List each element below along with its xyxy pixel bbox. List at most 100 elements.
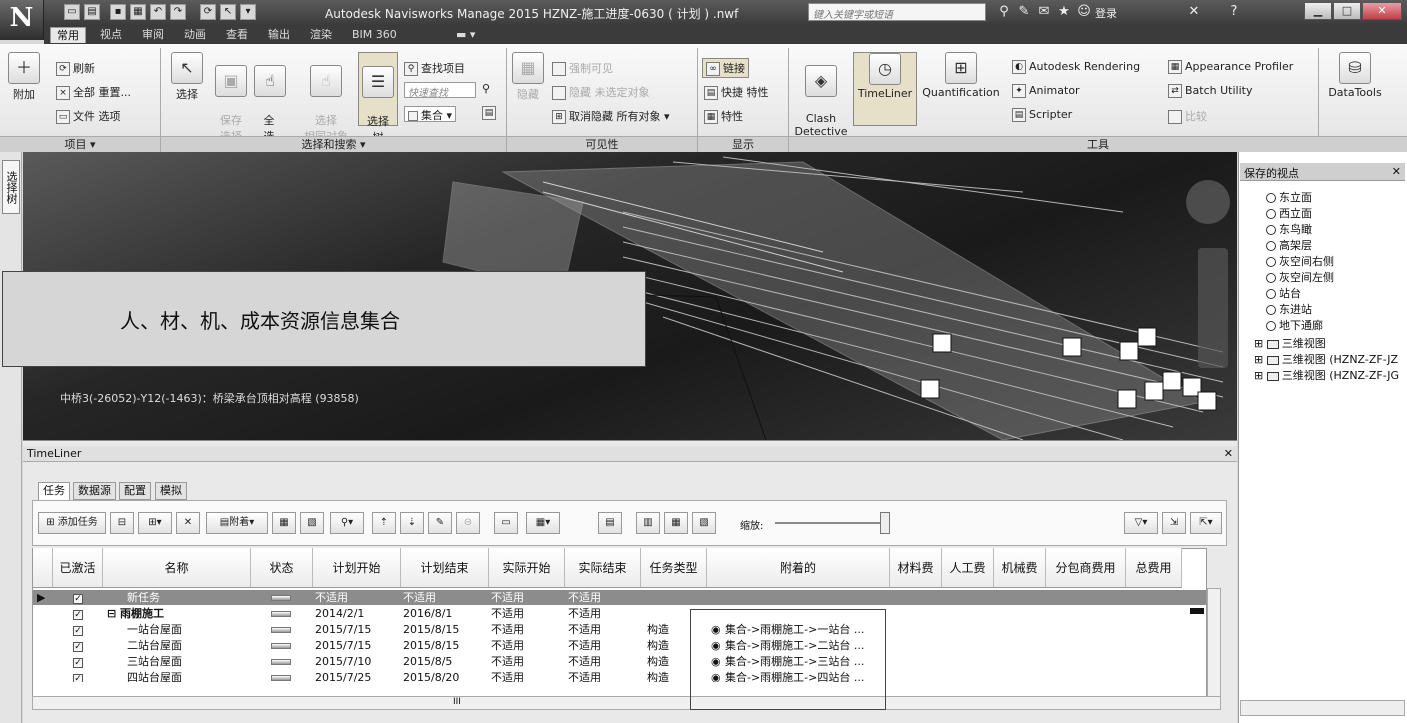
plan-end[interactable]: 2015/8/15 [403,638,459,653]
plan-end[interactable]: 不适用 [403,590,436,605]
plan-start[interactable]: 2015/7/15 [315,622,371,637]
active-checkbox[interactable]: ✓ [73,590,83,605]
chart-options-icon[interactable]: ▧ [692,512,716,534]
plan-start[interactable]: 2015/7/15 [315,638,371,653]
plan-start[interactable]: 2015/7/10 [315,654,371,669]
comment-icon[interactable]: ▭ [494,512,518,534]
table-row[interactable]: ✓ 二站台屋面 2015/7/15 2015/8/15 不适用 不适用 构造 ◉… [33,638,1206,653]
table-row[interactable]: ✓ 一站台屋面 2015/7/15 2015/8/15 不适用 不适用 构造 ◉… [33,622,1206,637]
task-type[interactable]: 构造 [647,654,669,669]
viewpoint-item[interactable]: 灰空间右侧 [1266,253,1334,269]
actual-start[interactable]: 不适用 [491,622,524,637]
viewpoint-folder[interactable]: ⊞ 三维视图 (HZNZ-ZF-JZ [1254,351,1398,367]
column-header[interactable]: 总费用 [1126,548,1182,588]
actual-start[interactable]: 不适用 [491,590,524,605]
column-header[interactable]: 计划开始 [313,548,401,588]
columns-icon[interactable]: ▦▾ [526,512,560,534]
level-down-icon[interactable]: ⇣ [400,512,424,534]
auto-add-tasks-icon[interactable]: ⊞▾ [138,512,172,534]
column-header[interactable]: 名称 [103,548,251,588]
table-row[interactable]: ✓ 四站台屋面 2015/7/25 2015/8/20 不适用 不适用 构造 ◉… [33,670,1206,682]
plan-start[interactable]: 不适用 [315,590,348,605]
viewpoint-item[interactable]: 西立面 [1266,205,1312,221]
export-icon[interactable]: ⇱▾ [1190,512,1222,534]
tab-simulate[interactable]: 模拟 [155,482,187,500]
grid-hscroll[interactable]: III [32,696,1221,710]
close-icon[interactable]: ✕ [1392,165,1401,178]
viewpoint-item[interactable]: 灰空间左侧 [1266,269,1334,285]
viewpoint-item[interactable]: 东鸟瞰 [1266,221,1312,237]
task-name[interactable]: 一站台屋面 [127,622,182,637]
insert-task-icon[interactable]: ⊟ [110,512,134,534]
actual-end[interactable]: 不适用 [568,622,601,637]
actual-end[interactable]: 不适用 [568,638,601,653]
reset-icon[interactable]: ▧ [300,512,324,534]
show-chart-only-icon[interactable]: ▦ [664,512,688,534]
plan-end[interactable]: 2015/8/20 [403,670,459,682]
task-name[interactable]: 三站台屋面 [127,654,182,669]
actual-end[interactable]: 不适用 [568,606,601,621]
grid-vscroll[interactable] [1207,588,1221,698]
attach-button[interactable]: ▤附着▾ [206,512,268,534]
task-type[interactable]: 构造 [647,622,669,637]
actual-start[interactable]: 不适用 [491,670,524,682]
zoom-slider-thumb[interactable] [880,512,890,534]
saved-viewpoints-hscroll[interactable] [1240,700,1405,716]
hscroll-grip[interactable]: III [453,697,461,707]
actual-start[interactable]: 不适用 [491,654,524,669]
tab-configure[interactable]: 配置 [119,482,151,500]
task-type[interactable]: 构造 [647,670,669,682]
column-header[interactable]: 计划结束 [401,548,489,588]
plan-end[interactable]: 2015/8/15 [403,622,459,637]
viewpoint-folder[interactable]: ⊞ 三维视图 (HZNZ-ZF-JG [1254,367,1399,383]
active-checkbox[interactable]: ✓ [73,654,83,669]
task-name[interactable]: 四站台屋面 [127,670,182,682]
unlink-icon[interactable]: ⊖ [456,512,480,534]
level-up-icon[interactable]: ⇡ [372,512,396,534]
viewpoint-folder[interactable]: ⊞ 三维视图 [1254,335,1326,351]
table-row[interactable]: ✓ ⊟ 雨棚施工 2014/2/1 2016/8/1 不适用 不适用 [33,606,1206,621]
delete-task-icon[interactable]: ✕ [176,512,200,534]
actual-start[interactable]: 不适用 [491,638,524,653]
tab-tasks[interactable]: 任务 [38,482,70,502]
task-name[interactable]: ⊟ 雨棚施工 [107,606,164,621]
column-header[interactable]: 任务类型 [641,548,707,588]
column-header[interactable]: 人工费 [942,548,994,588]
plan-start[interactable]: 2015/7/25 [315,670,371,682]
add-comment-icon[interactable]: ✎ [428,512,452,534]
show-grid-and-chart-icon[interactable]: ▥ [636,512,660,534]
plan-start[interactable]: 2014/2/1 [315,606,364,621]
actual-end[interactable]: 不适用 [568,654,601,669]
active-checkbox[interactable]: ✓ [73,670,83,682]
column-header[interactable]: 已激活 [53,548,103,588]
column-header[interactable]: 实际结束 [565,548,641,588]
plan-end[interactable]: 2016/8/1 [403,606,452,621]
task-name[interactable]: 新任务 [127,590,160,605]
viewpoint-item[interactable]: 东立面 [1266,189,1312,205]
viewpoint-item[interactable]: 东进站 [1266,301,1312,317]
table-row[interactable]: ▶ ✓ 新任务 不适用 不适用 不适用 不适用 [33,590,1206,605]
zoom-slider-track[interactable] [775,522,885,524]
actual-end[interactable]: 不适用 [568,670,601,682]
active-checkbox[interactable]: ✓ [73,606,83,621]
actual-end[interactable]: 不适用 [568,590,601,605]
add-task-button[interactable]: ⊞ 添加任务 [38,512,106,534]
import-icon[interactable]: ⇲ [1162,512,1186,534]
find-items-icon[interactable]: ⚲▾ [330,512,364,534]
viewpoint-item[interactable]: 高架层 [1266,237,1312,253]
viewpoint-item[interactable]: 地下通廊 [1266,317,1323,333]
actual-start[interactable]: 不适用 [491,606,524,621]
task-name[interactable]: 二站台屋面 [127,638,182,653]
table-row[interactable]: ✓ 三站台屋面 2015/7/10 2015/8/5 不适用 不适用 构造 ◉ … [33,654,1206,669]
active-checkbox[interactable]: ✓ [73,638,83,653]
column-header[interactable]: 状态 [251,548,313,588]
task-type[interactable]: 构造 [647,638,669,653]
viewpoint-item[interactable]: 站台 [1266,285,1301,301]
show-grid-only-icon[interactable]: ▤ [598,512,622,534]
tab-data-sources[interactable]: 数据源 [73,482,116,500]
auto-attach-icon[interactable]: ▦ [272,512,296,534]
column-header[interactable]: 机械费 [994,548,1046,588]
plan-end[interactable]: 2015/8/5 [403,654,452,669]
close-icon[interactable]: ✕ [1224,447,1233,460]
column-header[interactable]: 分包商费用 [1046,548,1126,588]
